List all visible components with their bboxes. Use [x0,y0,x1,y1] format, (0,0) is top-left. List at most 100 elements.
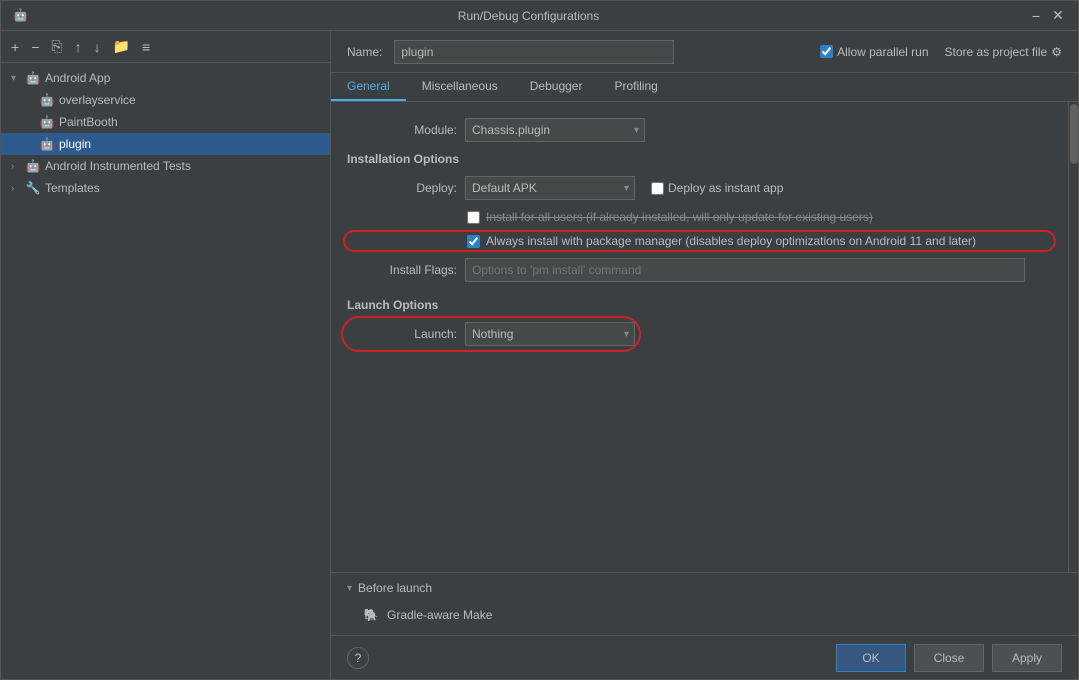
gradle-make-label: Gradle-aware Make [387,608,492,622]
footer-left: ? [347,647,369,669]
tree-label-templates: Templates [45,181,100,195]
tree-label-android-app: Android App [45,71,110,85]
tree-item-instrumented[interactable]: › 🤖 Android Instrumented Tests [1,155,330,177]
minimize-button[interactable]: − [1028,8,1044,24]
toggle-android-app: ▾ [11,73,25,84]
before-launch-section: ▾ Before launch 🐘 Gradle-aware Make [331,572,1078,635]
copy-button[interactable]: ⎘ [47,36,66,57]
before-launch-item: 🐘 Gradle-aware Make [347,603,1062,627]
right-panel: Name: Allow parallel run Store as projec… [331,31,1078,679]
footer-right: OK Close Apply [836,644,1062,672]
close-button-footer[interactable]: Close [914,644,984,672]
sidebar: + − ⎘ ↑ ↓ 📁 ≡ ▾ 🤖 Android App [1,31,331,679]
tree-label-plugin: plugin [59,137,91,151]
scrollbar-area: Module: Chassis.plugin ▾ Installation Op… [331,102,1078,572]
close-button[interactable]: ✕ [1050,8,1066,24]
install-flags-row: Install Flags: [347,258,1052,282]
tree-item-templates[interactable]: › 🔧 Templates [1,177,330,199]
toggle-templates: › [11,183,25,194]
move-down-button[interactable]: ↓ [90,37,105,57]
title-bar: 🤖 Run/Debug Configurations − ✕ [1,1,1078,31]
android-icon-2: 🤖 [39,92,55,108]
module-row: Module: Chassis.plugin ▾ [347,118,1052,142]
android-icon-4: 🤖 [39,136,55,152]
deploy-instant-checkbox[interactable] [651,182,664,195]
config-body: Module: Chassis.plugin ▾ Installation Op… [331,102,1068,572]
sidebar-toolbar: + − ⎘ ↑ ↓ 📁 ≡ [1,31,330,63]
tab-profiling[interactable]: Profiling [598,73,673,101]
window-controls: − ✕ [1028,8,1066,24]
always-install-container: Always install with package manager (dis… [347,234,1052,248]
deploy-instant-label[interactable]: Deploy as instant app [651,181,783,195]
store-project-button[interactable]: Store as project file ⚙ [945,45,1062,59]
header-right: Allow parallel run Store as project file… [820,45,1062,59]
module-label: Module: [347,123,457,137]
launch-select-wrap: Nothing ▾ [465,322,635,346]
tree-label-overlayservice: overlayservice [59,93,136,107]
right-scrollbar[interactable] [1068,102,1078,572]
tree-item-android-app[interactable]: ▾ 🤖 Android App [1,67,330,89]
install-all-label[interactable]: Install for all users (if already instal… [486,210,873,224]
gradle-icon: 🐘 [363,607,379,623]
deploy-select[interactable]: Default APK [465,176,635,200]
launch-select[interactable]: Nothing [465,322,635,346]
android-icon: 🤖 [25,70,41,86]
installation-section: Installation Options [347,152,1052,166]
run-debug-dialog: 🤖 Run/Debug Configurations − ✕ + − ⎘ ↑ ↓… [0,0,1079,680]
config-tree: ▾ 🤖 Android App 🤖 overlayservice 🤖 Pa [1,63,330,679]
scroll-thumb [1070,104,1078,164]
toggle-instrumented: › [11,161,25,172]
name-label: Name: [347,45,382,59]
install-flags-label: Install Flags: [347,263,457,277]
remove-button[interactable]: − [27,37,43,57]
launch-section: Launch Options [347,298,1052,312]
installation-options-title: Installation Options [347,152,459,166]
tab-general[interactable]: General [331,73,406,101]
tree-label-paintbooth: PaintBooth [59,115,118,129]
app-logo: 🤖 [13,8,29,24]
settings-icon: ⚙ [1051,45,1062,59]
before-launch-header[interactable]: ▾ Before launch [347,581,1062,595]
before-launch-title: Before launch [358,581,432,595]
install-flags-input[interactable] [465,258,1025,282]
deploy-row: Deploy: Default APK ▾ Deploy as instant … [347,176,1052,200]
tree-item-paintbooth[interactable]: 🤖 PaintBooth [1,111,330,133]
move-up-button[interactable]: ↑ [71,37,86,57]
before-launch-toggle: ▾ [347,583,352,594]
install-all-checkbox[interactable] [467,211,480,224]
deploy-select-wrap: Default APK ▾ [465,176,635,200]
deploy-instant-text: Deploy as instant app [668,181,783,195]
always-install-checkbox[interactable] [467,235,480,248]
deploy-label: Deploy: [347,181,457,195]
always-install-row: Always install with package manager (dis… [347,234,1052,248]
sort-button[interactable]: ≡ [138,37,154,57]
folder-button[interactable]: 📁 [109,36,134,57]
allow-parallel-checkbox[interactable] [820,45,833,58]
tree-label-instrumented: Android Instrumented Tests [45,159,191,173]
help-button[interactable]: ? [347,647,369,669]
launch-options-title: Launch Options [347,298,438,312]
allow-parallel-text: Allow parallel run [837,45,928,59]
install-all-row: Install for all users (if already instal… [347,210,1052,224]
apply-button[interactable]: Apply [992,644,1062,672]
tree-item-plugin[interactable]: 🤖 plugin [1,133,330,155]
launch-row: Launch: Nothing ▾ [347,322,635,346]
ok-button[interactable]: OK [836,644,906,672]
tabs-bar: General Miscellaneous Debugger Profiling [331,73,1078,102]
wrench-icon: 🔧 [25,180,41,196]
launch-label: Launch: [347,327,457,341]
add-button[interactable]: + [7,37,23,57]
android-icon-3: 🤖 [39,114,55,130]
store-project-label: Store as project file [945,45,1048,59]
allow-parallel-label[interactable]: Allow parallel run [820,45,928,59]
always-install-label[interactable]: Always install with package manager (dis… [486,234,976,248]
config-header: Name: Allow parallel run Store as projec… [331,31,1078,73]
dialog-footer: ? OK Close Apply [331,635,1078,679]
tab-debugger[interactable]: Debugger [514,73,599,101]
module-select[interactable]: Chassis.plugin [465,118,645,142]
tree-item-overlayservice[interactable]: 🤖 overlayservice [1,89,330,111]
main-content: + − ⎘ ↑ ↓ 📁 ≡ ▾ 🤖 Android App [1,31,1078,679]
name-input[interactable] [394,40,674,64]
tab-miscellaneous[interactable]: Miscellaneous [406,73,514,101]
dialog-title: Run/Debug Configurations [29,9,1028,23]
